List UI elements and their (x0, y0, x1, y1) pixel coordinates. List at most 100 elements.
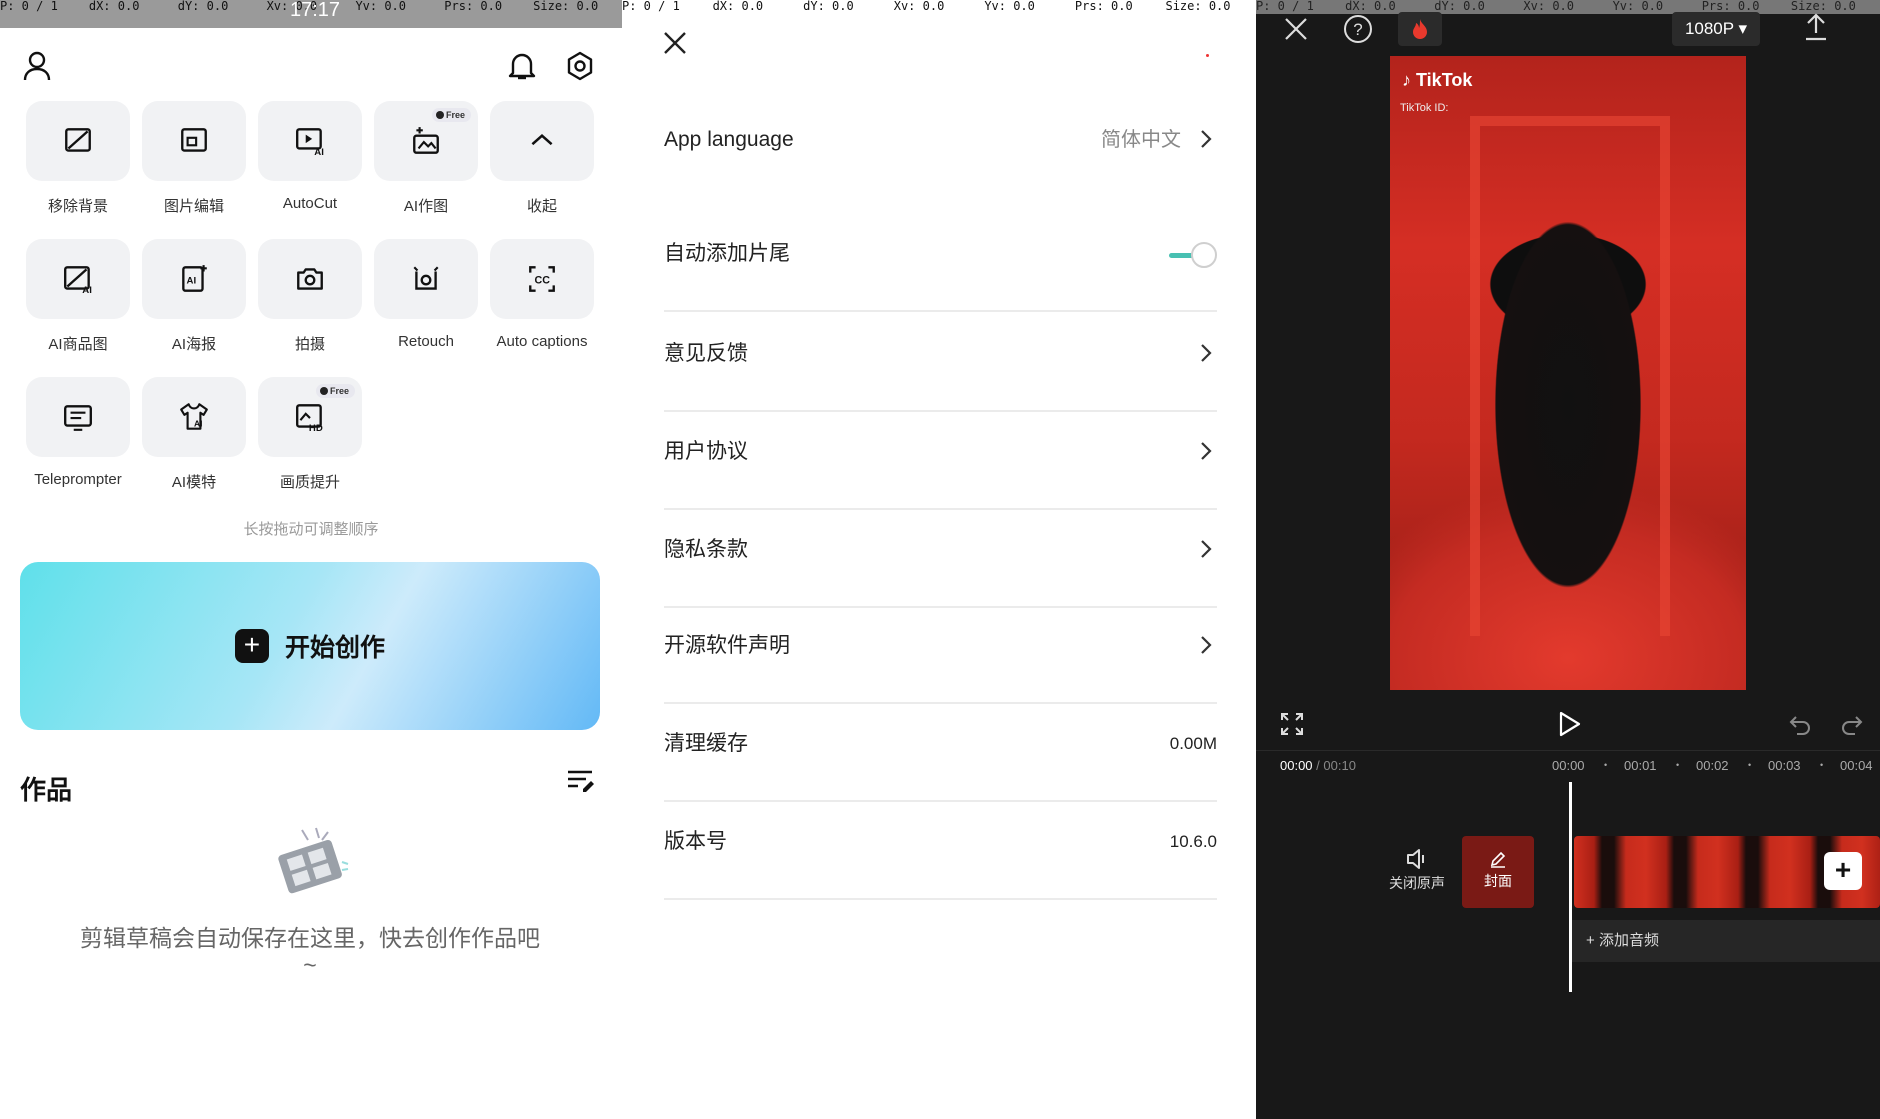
remove-bg-icon (65, 128, 91, 152)
svg-text:AI: AI (314, 147, 324, 157)
tool-tile: Free HD (258, 377, 362, 457)
tool-label: AutoCut (282, 195, 338, 212)
close-button[interactable] (662, 30, 688, 61)
settings-row-value: 10.6.0 (1169, 832, 1217, 851)
timeline-tick: 00:03 (1768, 758, 1801, 773)
tool-tile: AI (142, 239, 246, 319)
image-edit-icon (181, 128, 207, 152)
tool-ai-model[interactable]: AI AI模特 (142, 377, 246, 492)
add-audio-button[interactable]: + 添加音频 (1572, 920, 1880, 962)
settings-row[interactable]: 版本号 10.6.0 (664, 784, 1217, 900)
start-create-button[interactable]: + 开始创作 (20, 562, 600, 730)
add-clip-button[interactable]: + (1824, 852, 1862, 890)
tool-tile (26, 101, 130, 181)
tool-captions[interactable]: CC Auto captions (490, 239, 594, 350)
debug-pointer: P: 0 / 1 (0, 0, 58, 13)
tool-tile: AI (258, 101, 362, 181)
tool-label: 拍摄 (294, 336, 325, 353)
toggle-knob (1191, 242, 1217, 268)
close-icon (664, 32, 686, 54)
tool-camera[interactable]: 拍摄 (258, 239, 362, 354)
cover-label: 封面 (1484, 873, 1512, 889)
cover-button[interactable]: 封面 (1462, 836, 1534, 908)
hd-enhance-icon: HD (296, 404, 323, 433)
auto-ending-toggle[interactable] (1169, 242, 1217, 268)
redo-button[interactable] (1832, 704, 1872, 744)
settings-row-label: App language (664, 128, 794, 151)
bell-icon (508, 53, 536, 80)
undo-button[interactable] (1780, 704, 1820, 744)
profile-button[interactable] (17, 46, 57, 86)
tool-remove-bg[interactable]: 移除背景 (26, 101, 130, 216)
captions-icon: CC (529, 266, 555, 292)
tool-hd-enhance[interactable]: Free HD 画质提升 (258, 377, 362, 492)
close-editor-button[interactable] (1276, 9, 1316, 49)
debug-xv: Xv: 0.0 (893, 0, 945, 13)
debug-size: Size: 0.0 (533, 0, 599, 13)
free-badge: Free (431, 108, 471, 122)
tool-chevron-up[interactable]: 收起 (490, 101, 594, 216)
tool-teleprompter[interactable]: Teleprompter (26, 377, 130, 488)
red-dot-indicator (1206, 54, 1209, 57)
timeline-tick: 00:00 (1552, 758, 1585, 773)
notifications-button[interactable] (502, 46, 542, 86)
reorder-hint: 长按拖动可调整顺序 (243, 521, 379, 538)
fullscreen-button[interactable] (1272, 704, 1312, 744)
mute-original-button[interactable]: 关闭原声 (1382, 848, 1452, 893)
chevron-up-icon (531, 133, 553, 146)
manage-works-button[interactable] (566, 768, 596, 797)
debug-overlay: P: 0 / 1 dX: 0.0 dY: 0.0 Xv: 0.0 Yv: 0.0… (0, 0, 622, 28)
pencil-icon (1490, 851, 1506, 868)
tool-tile (374, 239, 478, 319)
tool-ai-product[interactable]: AI AI商品图 (26, 239, 130, 354)
autocut-icon: AI (296, 128, 324, 157)
svg-text:AI: AI (194, 419, 203, 429)
help-icon: ? (1344, 15, 1372, 43)
tool-tile (258, 239, 362, 319)
settings-row[interactable]: App language 简体中文 (664, 82, 1217, 198)
export-button[interactable] (1796, 7, 1836, 47)
chevron-right-icon (1201, 442, 1212, 460)
tool-ai-poster[interactable]: AI AI海报 (142, 239, 246, 354)
ai-model-icon: AI (180, 403, 208, 430)
mute-label: 关闭原声 (1389, 875, 1445, 891)
tool-label: 画质提升 (279, 474, 340, 491)
time-current: 00:00 (1280, 758, 1313, 773)
settings-row[interactable]: 自动添加片尾 (664, 196, 1217, 312)
tick-dot: • (1604, 760, 1608, 770)
chevron-right-icon (1201, 344, 1212, 362)
tool-autocut[interactable]: AI AutoCut (258, 101, 362, 212)
tool-label: 移除背景 (47, 198, 108, 215)
empty-state-text: 剪辑草稿会自动保存在这里，快去创作作品吧~ (80, 925, 540, 978)
tool-label: 收起 (526, 198, 557, 215)
undo-icon (1789, 716, 1810, 735)
tick-dot: • (1676, 760, 1680, 770)
redo-icon (1842, 716, 1863, 735)
settings-button[interactable] (560, 46, 600, 86)
video-preview[interactable]: ♪ TikTok TikTok ID: (1390, 56, 1746, 690)
hot-button[interactable] (1398, 12, 1442, 46)
play-button[interactable] (1549, 704, 1589, 744)
tool-tile (490, 101, 594, 181)
tool-image-edit[interactable]: 图片编辑 (142, 101, 246, 216)
list-edit-icon (568, 770, 594, 792)
resolution-dropdown[interactable]: 1080P ▾ (1672, 12, 1760, 46)
works-title: 作品 (20, 775, 73, 805)
tool-label: Auto captions (496, 333, 588, 350)
settings-screen: P: 0 / 1 dX: 0.0 dY: 0.0 Xv: 0.0 Yv: 0.0… (622, 0, 1256, 1119)
debug-dx: dX: 0.0 (712, 0, 764, 13)
ai-image-icon (413, 127, 439, 154)
tool-retouch[interactable]: Retouch (374, 239, 478, 350)
tick-dot: • (1748, 760, 1752, 770)
timecode: 00:00 / 00:10 (1280, 758, 1356, 773)
editor-screen: P: 0 / 1 dX: 0.0 dY: 0.0 Xv: 0.0 Yv: 0.0… (1256, 0, 1880, 1119)
tool-label: 图片编辑 (163, 198, 224, 215)
tiktok-id-label: TikTok ID: (1400, 102, 1449, 114)
help-button[interactable]: ? (1338, 9, 1378, 49)
fullscreen-icon (1281, 713, 1303, 735)
settings-row-label: 自动添加片尾 (664, 242, 790, 265)
svg-text:AI: AI (82, 285, 92, 295)
tool-ai-image[interactable]: Free AI作图 (374, 101, 478, 216)
tiktok-watermark: ♪ TikTok (1402, 70, 1473, 90)
home-screen: P: 0 / 1 dX: 0.0 dY: 0.0 Xv: 0.0 Yv: 0.0… (0, 0, 622, 1119)
